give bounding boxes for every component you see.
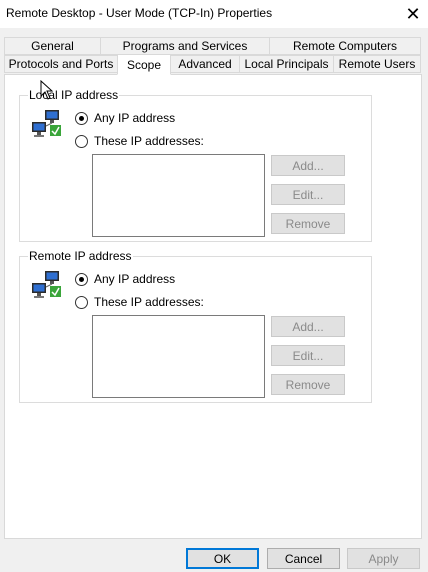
local-any-ip-option[interactable]: Any IP address bbox=[75, 111, 175, 125]
tab-local-principals[interactable]: Local Principals bbox=[239, 55, 334, 73]
local-any-ip-radio[interactable] bbox=[75, 111, 88, 125]
network-computers-icon bbox=[32, 110, 61, 137]
window-title: Remote Desktop - User Mode (TCP-In) Prop… bbox=[6, 6, 273, 20]
remote-ip-list[interactable] bbox=[92, 315, 265, 398]
local-these-ip-label: These IP addresses: bbox=[94, 134, 204, 148]
close-icon: ✕ bbox=[405, 3, 421, 24]
scope-tab-panel: Local IP address Any IP address These IP… bbox=[4, 74, 422, 539]
local-ip-list[interactable] bbox=[92, 154, 265, 237]
local-ip-group: Local IP address Any IP address These IP… bbox=[19, 88, 372, 242]
tab-scope[interactable]: Scope bbox=[117, 54, 171, 75]
remote-ip-group-label: Remote IP address bbox=[28, 249, 133, 263]
mouse-cursor-icon bbox=[40, 80, 54, 100]
remote-any-ip-option[interactable]: Any IP address bbox=[75, 272, 175, 286]
title-bar: Remote Desktop - User Mode (TCP-In) Prop… bbox=[0, 0, 428, 28]
local-add-button[interactable]: Add... bbox=[271, 155, 345, 176]
apply-button[interactable]: Apply bbox=[347, 548, 420, 569]
local-these-ip-radio[interactable] bbox=[75, 134, 88, 148]
network-computers-icon bbox=[32, 271, 61, 298]
local-any-ip-label: Any IP address bbox=[94, 111, 176, 125]
remote-add-button[interactable]: Add... bbox=[271, 316, 345, 337]
remote-these-ip-option[interactable]: These IP addresses: bbox=[75, 295, 204, 309]
remote-any-ip-radio[interactable] bbox=[75, 272, 88, 286]
remote-remove-button[interactable]: Remove bbox=[271, 374, 345, 395]
tab-advanced[interactable]: Advanced bbox=[170, 55, 240, 73]
tab-protocols-and-ports[interactable]: Protocols and Ports bbox=[4, 55, 118, 73]
local-edit-button[interactable]: Edit... bbox=[271, 184, 345, 205]
local-remove-button[interactable]: Remove bbox=[271, 213, 345, 234]
cancel-button[interactable]: Cancel bbox=[267, 548, 340, 569]
remote-these-ip-label: These IP addresses: bbox=[94, 295, 204, 309]
close-button[interactable]: ✕ bbox=[398, 0, 428, 28]
tab-remote-computers[interactable]: Remote Computers bbox=[269, 37, 421, 55]
remote-ip-group: Remote IP address Any IP address These I… bbox=[19, 249, 372, 403]
ok-button[interactable]: OK bbox=[186, 548, 259, 569]
local-these-ip-option[interactable]: These IP addresses: bbox=[75, 134, 204, 148]
remote-any-ip-label: Any IP address bbox=[94, 272, 176, 286]
remote-edit-button[interactable]: Edit... bbox=[271, 345, 345, 366]
tab-programs-and-services[interactable]: Programs and Services bbox=[100, 37, 270, 55]
tab-general[interactable]: General bbox=[4, 37, 101, 55]
tab-remote-users[interactable]: Remote Users bbox=[333, 55, 421, 73]
remote-these-ip-radio[interactable] bbox=[75, 295, 88, 309]
